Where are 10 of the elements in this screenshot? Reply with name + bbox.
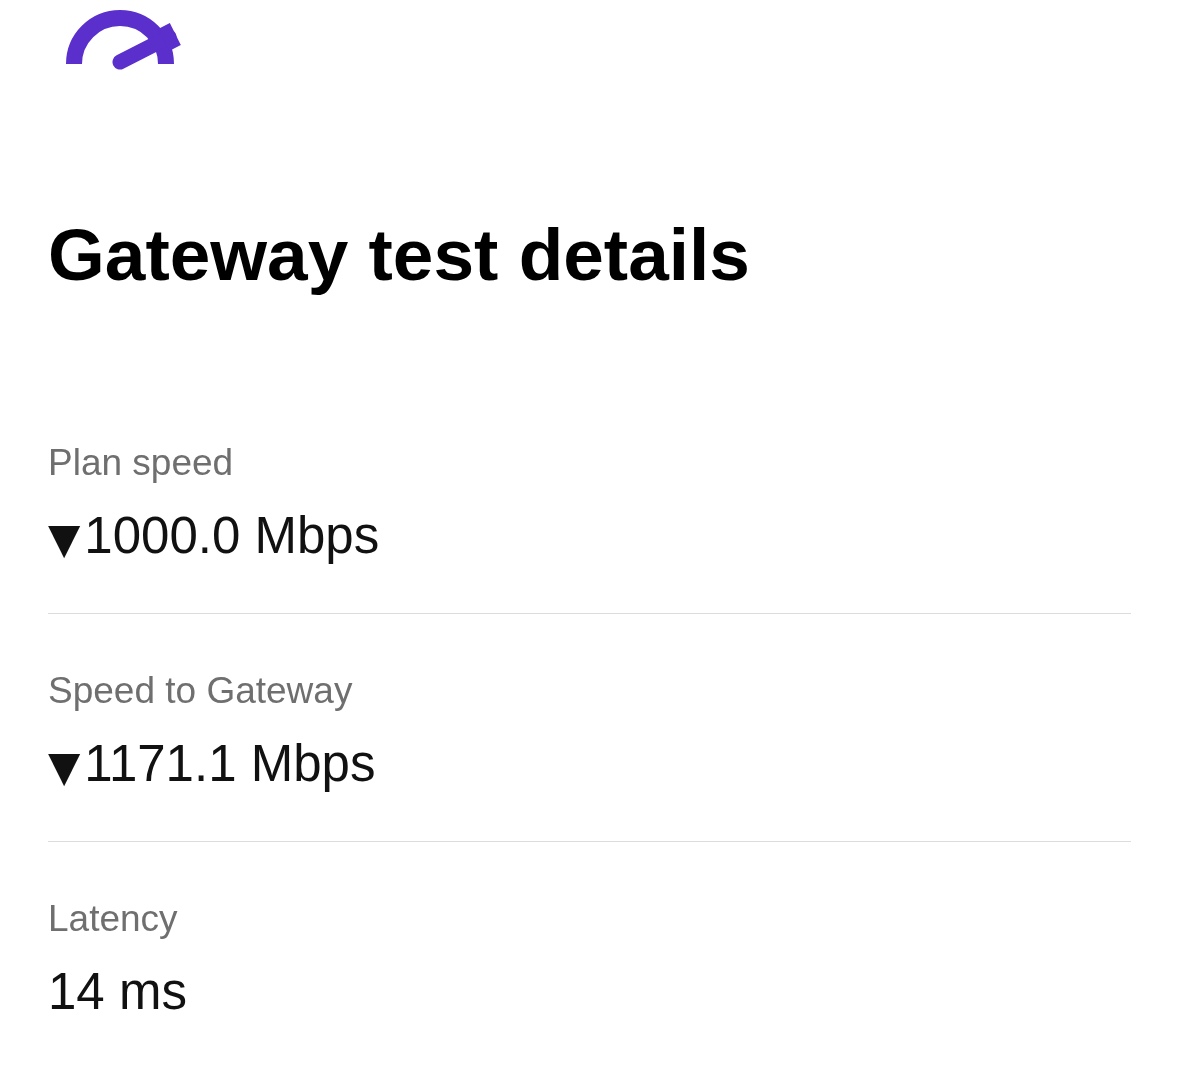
page-title: Gateway test details bbox=[48, 213, 750, 297]
down-arrow-icon: ▼ bbox=[48, 738, 81, 796]
speedometer-icon bbox=[66, 8, 182, 72]
detail-label: Latency bbox=[48, 897, 178, 941]
detail-value: 1000.0 Mbps bbox=[84, 507, 380, 565]
detail-value: 1171.1 Mbps bbox=[84, 735, 376, 793]
detail-value: 14 ms bbox=[48, 963, 187, 1021]
down-arrow-icon: ▼ bbox=[48, 510, 81, 568]
detail-label: Plan speed bbox=[48, 441, 234, 485]
detail-label: Speed to Gateway bbox=[48, 669, 353, 713]
